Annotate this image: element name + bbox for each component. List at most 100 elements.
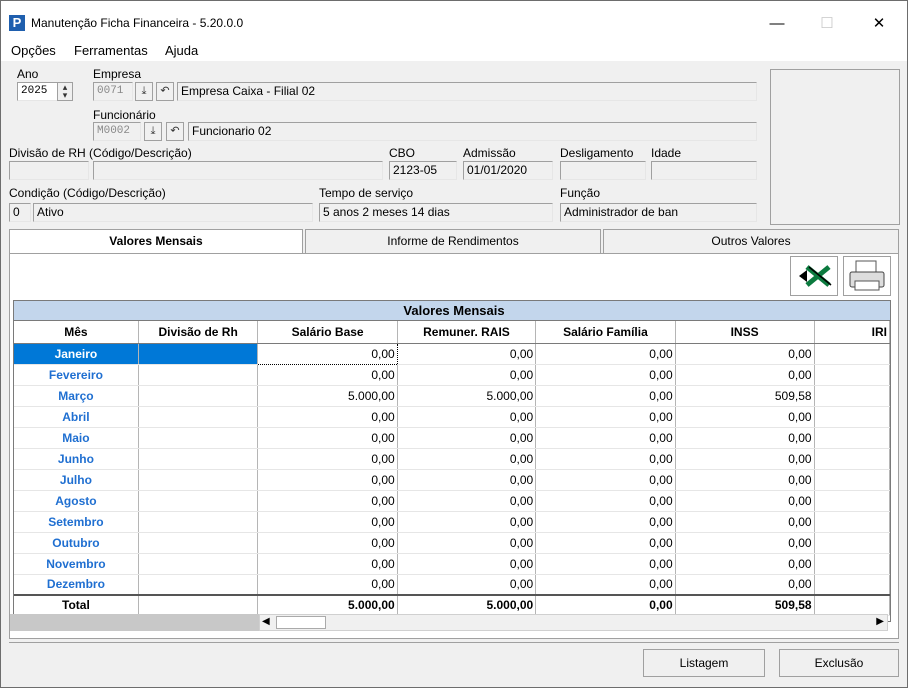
valores-mensais-grid[interactable]: Valores Mensais Mês Divisão de Rh Salári… bbox=[13, 300, 891, 622]
rais-cell[interactable]: 0,00 bbox=[397, 364, 537, 386]
iri-cell[interactable] bbox=[814, 343, 890, 365]
minimize-button[interactable]: — bbox=[757, 11, 797, 37]
salario-familia-cell[interactable]: 0,00 bbox=[535, 448, 676, 470]
funcionario-undo-icon[interactable]: ↶ bbox=[166, 122, 184, 141]
month-cell[interactable]: Fevereiro bbox=[14, 364, 139, 386]
funcionario-code-input[interactable]: M0002 bbox=[93, 122, 141, 141]
table-row[interactable]: Fevereiro 0,00 0,00 0,00 0,00 bbox=[14, 364, 890, 386]
salario-familia-cell[interactable]: 0,00 bbox=[535, 511, 676, 533]
table-row[interactable]: Novembro 0,00 0,00 0,00 0,00 bbox=[14, 553, 890, 575]
rais-cell[interactable]: 0,00 bbox=[397, 343, 537, 365]
inss-cell[interactable]: 0,00 bbox=[675, 427, 815, 449]
col-mes[interactable]: Mês bbox=[14, 321, 139, 344]
close-button[interactable]: ✕ bbox=[859, 11, 899, 37]
salario-base-cell[interactable]: 0,00 bbox=[257, 532, 398, 554]
salario-base-cell[interactable]: 0,00 bbox=[257, 574, 398, 596]
iri-cell[interactable] bbox=[814, 511, 890, 533]
rais-cell[interactable]: 0,00 bbox=[397, 532, 537, 554]
month-cell[interactable]: Agosto bbox=[14, 490, 139, 512]
salario-base-cell[interactable]: 0,00 bbox=[257, 364, 398, 386]
excel-export-button[interactable] bbox=[790, 256, 838, 296]
divisao-cell[interactable] bbox=[138, 553, 259, 575]
divisao-cell[interactable] bbox=[138, 406, 259, 428]
iri-cell[interactable] bbox=[814, 406, 890, 428]
menu-ajuda[interactable]: Ajuda bbox=[165, 43, 198, 58]
inss-cell[interactable]: 0,00 bbox=[675, 490, 815, 512]
scroll-right-icon[interactable]: ▶ bbox=[876, 616, 884, 627]
inss-cell[interactable]: 0,00 bbox=[675, 364, 815, 386]
iri-cell[interactable] bbox=[814, 574, 890, 596]
inss-cell[interactable]: 0,00 bbox=[675, 511, 815, 533]
table-row[interactable]: Outubro 0,00 0,00 0,00 0,00 bbox=[14, 532, 890, 554]
month-cell[interactable]: Setembro bbox=[14, 511, 139, 533]
month-cell[interactable]: Maio bbox=[14, 427, 139, 449]
table-row[interactable]: Março 5.000,00 5.000,00 0,00 509,58 bbox=[14, 385, 890, 407]
ano-spinner[interactable]: ▴ ▾ bbox=[57, 82, 73, 101]
iri-cell[interactable] bbox=[814, 553, 890, 575]
table-row[interactable]: Julho 0,00 0,00 0,00 0,00 bbox=[14, 469, 890, 491]
col-salario-familia[interactable]: Salário Família bbox=[535, 321, 676, 344]
table-row[interactable]: Maio 0,00 0,00 0,00 0,00 bbox=[14, 427, 890, 449]
table-row[interactable]: Setembro 0,00 0,00 0,00 0,00 bbox=[14, 511, 890, 533]
divisao-cell[interactable] bbox=[138, 532, 259, 554]
rais-cell[interactable]: 0,00 bbox=[397, 469, 537, 491]
salario-base-cell[interactable]: 0,00 bbox=[257, 469, 398, 491]
inss-cell[interactable]: 0,00 bbox=[675, 553, 815, 575]
table-row[interactable]: Abril 0,00 0,00 0,00 0,00 bbox=[14, 406, 890, 428]
salario-base-cell[interactable]: 0,00 bbox=[257, 448, 398, 470]
inss-cell[interactable]: 0,00 bbox=[675, 406, 815, 428]
inss-cell[interactable]: 0,00 bbox=[675, 343, 815, 365]
scroll-thumb[interactable] bbox=[276, 616, 326, 629]
salario-familia-cell[interactable]: 0,00 bbox=[535, 406, 676, 428]
rais-cell[interactable]: 0,00 bbox=[397, 406, 537, 428]
rais-cell[interactable]: 0,00 bbox=[397, 553, 537, 575]
empresa-lookup-icon[interactable]: ⤓ bbox=[135, 82, 153, 101]
exclusao-button[interactable]: Exclusão bbox=[779, 649, 899, 677]
salario-familia-cell[interactable]: 0,00 bbox=[535, 490, 676, 512]
salario-base-cell[interactable]: 0,00 bbox=[257, 490, 398, 512]
divisao-cell[interactable] bbox=[138, 574, 259, 596]
listagem-button[interactable]: Listagem bbox=[643, 649, 765, 677]
inss-cell[interactable]: 0,00 bbox=[675, 448, 815, 470]
divisao-cell[interactable] bbox=[138, 343, 259, 365]
salario-familia-cell[interactable]: 0,00 bbox=[535, 532, 676, 554]
month-cell[interactable]: Dezembro bbox=[14, 574, 139, 596]
tab-valores-mensais[interactable]: Valores Mensais bbox=[9, 229, 303, 254]
salario-familia-cell[interactable]: 0,00 bbox=[535, 385, 676, 407]
divisao-cell[interactable] bbox=[138, 385, 259, 407]
month-cell[interactable]: Abril bbox=[14, 406, 139, 428]
rais-cell[interactable]: 0,00 bbox=[397, 448, 537, 470]
iri-cell[interactable] bbox=[814, 448, 890, 470]
empresa-undo-icon[interactable]: ↶ bbox=[156, 82, 174, 101]
salario-base-cell[interactable]: 0,00 bbox=[257, 511, 398, 533]
rais-cell[interactable]: 0,00 bbox=[397, 490, 537, 512]
salario-familia-cell[interactable]: 0,00 bbox=[535, 469, 676, 491]
month-cell[interactable]: Janeiro bbox=[14, 343, 139, 365]
rais-cell[interactable]: 5.000,00 bbox=[397, 385, 537, 407]
rais-cell[interactable]: 0,00 bbox=[397, 511, 537, 533]
print-button[interactable] bbox=[843, 256, 891, 296]
menu-ferramentas[interactable]: Ferramentas bbox=[74, 43, 148, 58]
col-divisao[interactable]: Divisão de Rh bbox=[138, 321, 259, 344]
tab-informe-rendimentos[interactable]: Informe de Rendimentos bbox=[305, 229, 601, 253]
month-cell[interactable]: Julho bbox=[14, 469, 139, 491]
iri-cell[interactable] bbox=[814, 364, 890, 386]
menu-opcoes[interactable]: Opções bbox=[11, 43, 56, 58]
table-row[interactable]: Junho 0,00 0,00 0,00 0,00 bbox=[14, 448, 890, 470]
rais-cell[interactable]: 0,00 bbox=[397, 427, 537, 449]
divisao-cell[interactable] bbox=[138, 427, 259, 449]
table-row[interactable]: Dezembro 0,00 0,00 0,00 0,00 bbox=[14, 574, 890, 596]
table-row[interactable]: Agosto 0,00 0,00 0,00 0,00 bbox=[14, 490, 890, 512]
table-row[interactable]: Janeiro 0,00 0,00 0,00 0,00 bbox=[14, 342, 890, 365]
rais-cell[interactable]: 0,00 bbox=[397, 574, 537, 596]
inss-cell[interactable]: 0,00 bbox=[675, 532, 815, 554]
month-cell[interactable]: Março bbox=[14, 385, 139, 407]
salario-familia-cell[interactable]: 0,00 bbox=[535, 427, 676, 449]
month-cell[interactable]: Junho bbox=[14, 448, 139, 470]
horizontal-scrollbar[interactable]: ◀ ▶ bbox=[259, 614, 888, 631]
inss-cell[interactable]: 0,00 bbox=[675, 469, 815, 491]
ano-input[interactable]: 2025 bbox=[17, 82, 59, 101]
divisao-cell[interactable] bbox=[138, 511, 259, 533]
month-cell[interactable]: Novembro bbox=[14, 553, 139, 575]
salario-familia-cell[interactable]: 0,00 bbox=[535, 364, 676, 386]
